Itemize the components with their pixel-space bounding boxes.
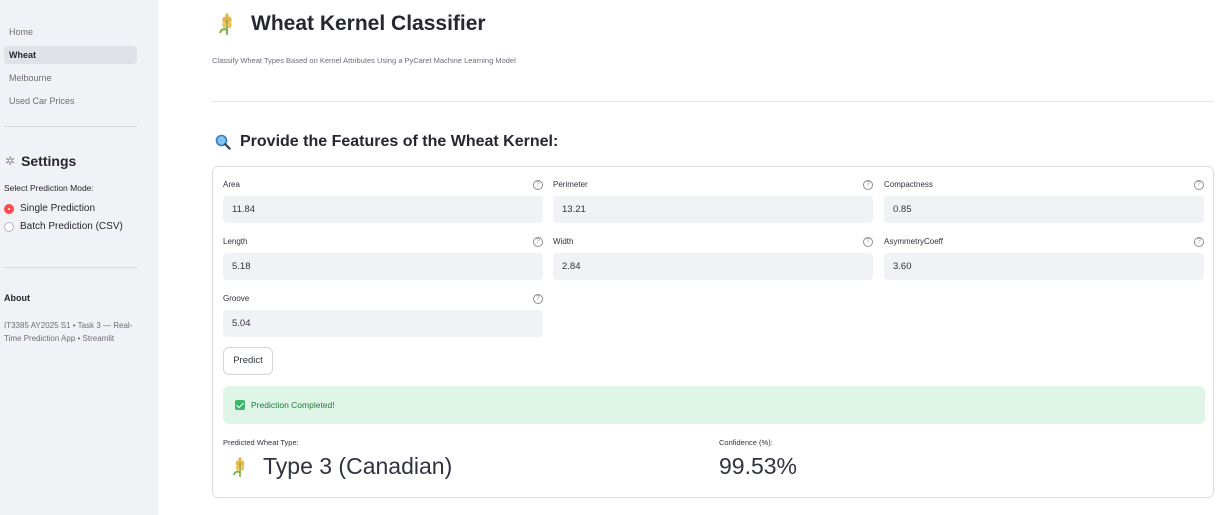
compactness-label-text: Compactness bbox=[884, 180, 933, 189]
compactness-input[interactable]: 0.85 bbox=[884, 196, 1204, 223]
radio-batch-prediction[interactable]: Batch Prediction (CSV) bbox=[4, 221, 123, 232]
asymmetry-field: AsymmetryCoeff ? 3.60 bbox=[884, 235, 1204, 280]
radio-single-prediction[interactable]: Single Prediction bbox=[4, 203, 95, 214]
predicted-type-label: Predicted Wheat Type: bbox=[223, 438, 299, 447]
prediction-mode-label: Select Prediction Mode: bbox=[4, 183, 94, 193]
about-text: IT3385 AY2025 S1 • Task 3 — Real-Time Pr… bbox=[4, 321, 133, 343]
page-title-text: Wheat Kernel Classifier bbox=[251, 12, 486, 35]
about-heading: About bbox=[4, 293, 30, 303]
groove-input[interactable]: 5.04 bbox=[223, 310, 543, 337]
sidebar-item-home[interactable]: Home bbox=[4, 23, 137, 41]
groove-label: Groove ? bbox=[223, 292, 543, 306]
area-input[interactable]: 11.84 bbox=[223, 196, 543, 223]
gear-icon: ✲ bbox=[5, 154, 16, 168]
area-label-text: Area bbox=[223, 180, 240, 189]
sidebar: Home Wheat Melbourne Used Car Prices ✲ S… bbox=[0, 0, 158, 515]
help-icon[interactable]: ? bbox=[533, 294, 543, 304]
groove-label-text: Groove bbox=[223, 294, 250, 303]
perimeter-label-text: Perimeter bbox=[553, 180, 588, 189]
section-title-text: Provide the Features of the Wheat Kernel… bbox=[240, 133, 559, 150]
sidebar-divider bbox=[4, 267, 137, 268]
help-icon[interactable]: ? bbox=[863, 180, 873, 190]
perimeter-field: Perimeter ? 13.21 bbox=[553, 178, 873, 223]
asymmetry-input[interactable]: 3.60 bbox=[884, 253, 1204, 280]
settings-heading: ✲ Settings bbox=[5, 153, 76, 169]
radio-selected-icon bbox=[4, 203, 14, 214]
groove-field: Groove ? 5.04 bbox=[223, 292, 543, 337]
sidebar-item-used-car-prices[interactable]: Used Car Prices bbox=[4, 92, 137, 110]
help-icon[interactable]: ? bbox=[533, 180, 543, 190]
success-text: Prediction Completed! bbox=[251, 400, 335, 410]
wheat-icon bbox=[232, 456, 245, 477]
predict-button[interactable]: Predict bbox=[223, 347, 273, 375]
radio-label: Single Prediction bbox=[20, 203, 96, 214]
radio-label: Batch Prediction (CSV) bbox=[20, 221, 123, 232]
page-subtitle: Classify Wheat Types Based on Kernel Att… bbox=[212, 56, 516, 65]
help-icon[interactable]: ? bbox=[1194, 180, 1204, 190]
length-label: Length ? bbox=[223, 235, 543, 249]
sidebar-item-melbourne[interactable]: Melbourne bbox=[4, 69, 137, 87]
radio-unselected-icon bbox=[4, 221, 14, 232]
predicted-type-value: Type 3 (Canadian) bbox=[231, 453, 452, 480]
area-label: Area ? bbox=[223, 178, 543, 192]
sidebar-nav: Home Wheat Melbourne Used Car Prices bbox=[4, 23, 137, 115]
width-label: Width ? bbox=[553, 235, 873, 249]
width-input[interactable]: 2.84 bbox=[553, 253, 873, 280]
sidebar-item-wheat[interactable]: Wheat bbox=[4, 46, 137, 64]
compactness-label: Compactness ? bbox=[884, 178, 1204, 192]
page-title: Wheat Kernel Classifier bbox=[217, 12, 486, 36]
confidence-value: 99.53% bbox=[719, 453, 798, 479]
sidebar-divider bbox=[4, 126, 137, 127]
section-title: Provide the Features of the Wheat Kernel… bbox=[215, 133, 558, 151]
check-icon bbox=[235, 400, 245, 410]
header-divider bbox=[212, 101, 1214, 102]
length-input[interactable]: 5.18 bbox=[223, 253, 543, 280]
width-field: Width ? 2.84 bbox=[553, 235, 873, 280]
help-icon[interactable]: ? bbox=[533, 237, 543, 247]
asymmetry-label: AsymmetryCoeff ? bbox=[884, 235, 1204, 249]
length-label-text: Length bbox=[223, 237, 248, 246]
magnifier-icon bbox=[215, 134, 231, 150]
compactness-field: Compactness ? 0.85 bbox=[884, 178, 1204, 223]
perimeter-label: Perimeter ? bbox=[553, 178, 873, 192]
perimeter-input[interactable]: 13.21 bbox=[553, 196, 873, 223]
feature-form: Area ? 11.84 Perimeter ? 13.21 Compactne… bbox=[212, 166, 1214, 498]
help-icon[interactable]: ? bbox=[863, 237, 873, 247]
predicted-type-text: Type 3 (Canadian) bbox=[263, 453, 453, 479]
wheat-icon bbox=[219, 13, 232, 35]
area-field: Area ? 11.84 bbox=[223, 178, 543, 223]
width-label-text: Width bbox=[553, 237, 574, 246]
settings-title: Settings bbox=[21, 153, 77, 169]
length-field: Length ? 5.18 bbox=[223, 235, 543, 280]
confidence-label: Confidence (%): bbox=[719, 438, 773, 447]
help-icon[interactable]: ? bbox=[1194, 237, 1204, 247]
asymmetry-label-text: AsymmetryCoeff bbox=[884, 237, 943, 246]
success-alert: Prediction Completed! bbox=[223, 386, 1205, 424]
